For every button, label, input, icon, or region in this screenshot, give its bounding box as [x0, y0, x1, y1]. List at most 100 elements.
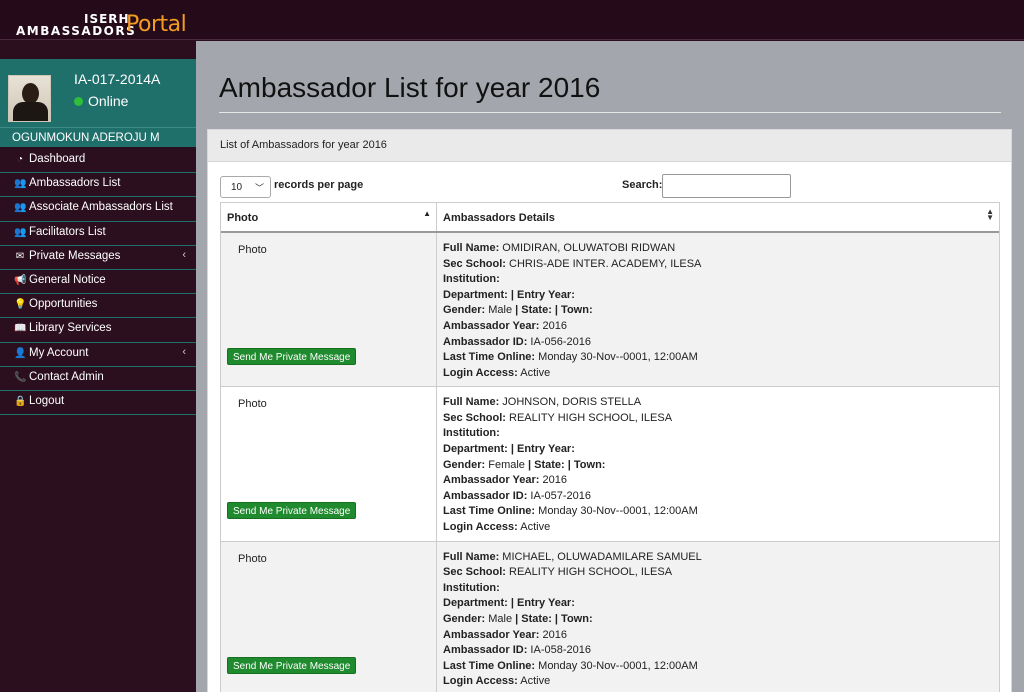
main-content: Ambassador List for year 2016 List of Am… — [196, 41, 1024, 692]
detail-line: Full Name: JOHNSON, DORIS STELLA — [443, 395, 993, 411]
send-private-message-button[interactable]: Send Me Private Message — [227, 502, 357, 520]
user-id: IA-017-2014A — [74, 71, 161, 87]
detail-label: Login Access: — [443, 366, 518, 379]
detail-label: | State: — [515, 304, 552, 317]
logo-portal: Portal — [126, 12, 187, 37]
detail-line: Gender: Male | State: | Town: — [443, 303, 993, 319]
detail-line: Ambassador ID: IA-058-2016 — [443, 643, 993, 659]
detail-line: Ambassador ID: IA-056-2016 — [443, 335, 993, 351]
sidebar-item-logout[interactable]: 🔒 Logout — [0, 391, 196, 416]
detail-line: Sec School: REALITY HIGH SCHOOL, ILESA — [443, 565, 993, 581]
brand-logo[interactable]: ISERH AMBASSADORS Portal — [16, 10, 187, 40]
sidebar-item-general-notice[interactable]: 📢 General Notice — [0, 270, 196, 295]
sidebar-item-my-account[interactable]: 👤 My Account ‹ — [0, 343, 196, 367]
detail-line: Full Name: OMIDIRAN, OLUWATOBI RIDWAN — [443, 241, 993, 257]
detail-line: Login Access: Active — [443, 520, 993, 536]
ambassadors-table: Photo ▲ Ambassadors Details ▲ ▼ Photo Send… — [220, 202, 1000, 692]
column-header-details[interactable]: Ambassadors Details ▲ ▼ — [437, 203, 999, 231]
detail-label: Gender: — [443, 612, 486, 625]
column-header-photo[interactable]: Photo ▲ — [221, 203, 437, 231]
sidebar-item-facilitators-list[interactable]: 👥 Facilitators List — [0, 222, 196, 246]
sidebar-item-opportunities[interactable]: 💡 Opportunities — [0, 294, 196, 319]
detail-label: | Town: — [554, 304, 593, 317]
detail-value-login-access: Active — [520, 366, 551, 379]
column-label-details: Ambassadors Details — [443, 212, 555, 224]
detail-label: Ambassador ID: — [443, 644, 528, 657]
sidebar-item-library-services[interactable]: 📖 Library Services — [0, 318, 196, 343]
detail-value-login-access: Active — [520, 521, 551, 534]
detail-label: Department: — [443, 288, 508, 301]
detail-value-full-name: OMIDIRAN, OLUWATOBI RIDWAN — [502, 242, 676, 254]
detail-label: Department: — [443, 597, 508, 610]
detail-line: Login Access: Active — [443, 366, 993, 382]
panel-heading: List of Ambassadors for year 2016 — [208, 130, 1011, 162]
detail-label: Sec School: — [443, 411, 506, 424]
detail-line: Gender: Male | State: | Town: — [443, 612, 993, 628]
sidebar-item-label: Facilitators List — [29, 225, 106, 238]
detail-line: Full Name: MICHAEL, OLUWADAMILARE SAMUEL — [443, 550, 993, 566]
send-private-message-button[interactable]: Send Me Private Message — [227, 348, 357, 365]
detail-value-full-name: JOHNSON, DORIS STELLA — [502, 396, 642, 409]
sidebar-item-label: Private Messages — [29, 249, 121, 262]
sidebar-item-contact-admin[interactable]: 📞 Contact Admin — [0, 367, 196, 391]
sidebar-item-ambassadors-list[interactable]: 👥 Ambassadors List — [0, 173, 196, 198]
detail-label: Institution: — [443, 273, 500, 286]
detail-label: Sec School: — [443, 566, 506, 579]
send-private-message-button[interactable]: Send Me Private Message — [227, 656, 357, 674]
detail-line: Institution: — [443, 426, 993, 442]
detail-label: Ambassador ID: — [443, 335, 528, 348]
detail-line: Department: | Entry Year: — [443, 442, 993, 458]
logo-line2: AMBASSADORS — [16, 24, 137, 38]
detail-label: Full Name: — [443, 396, 500, 409]
detail-value-ambassador-id: IA-056-2016 — [530, 335, 591, 348]
status-label: Online — [88, 93, 129, 109]
online-dot-icon — [74, 97, 83, 106]
book-icon: 📖 — [14, 323, 27, 335]
detail-value-gender: Female — [488, 458, 525, 471]
detail-label: | State: — [515, 612, 552, 625]
sidebar-item-label: Opportunities — [29, 298, 98, 311]
users-icon: 👥 — [14, 226, 27, 238]
lock-icon: 🔒 — [14, 395, 27, 407]
top-navbar: ISERH AMBASSADORS Portal — [0, 0, 1024, 40]
detail-value-last-online: Monday 30-Nov--0001, 12:00AM — [538, 659, 698, 672]
table-row: Photo Send Me Private Message Full Name: J… — [221, 387, 999, 542]
detail-label: Institution: — [443, 581, 500, 594]
detail-value-sec-school: CHRIS-ADE INTER. ACADEMY, ILESA — [509, 257, 702, 270]
dashboard-icon: ◔ — [16, 154, 24, 165]
detail-label: Ambassador Year: — [443, 319, 540, 332]
table-body: Photo Send Me Private Message Full Name: O… — [221, 233, 999, 692]
table-controls: 10 ﹀ records per page Search: — [220, 174, 1000, 198]
details-cell: Full Name: OMIDIRAN, OLUWATOBI RIDWAN Sec… — [443, 241, 993, 381]
detail-label: Full Name: — [443, 550, 500, 563]
page-length-label: records per page — [274, 179, 364, 191]
detail-value-ambassador-year: 2016 — [542, 474, 567, 487]
table-row: Photo Send Me Private Message Full Name: M… — [221, 541, 999, 692]
sidebar-item-label: Library Services — [29, 322, 112, 335]
details-cell: Full Name: JOHNSON, DORIS STELLA Sec Scho… — [443, 395, 993, 535]
detail-label: Ambassador Year: — [443, 474, 540, 487]
photo-cell: Photo Send Me Private Message — [221, 233, 437, 387]
sidebar-menu: ◔ Dashboard 👥 Ambassadors List 👥 Associate Am… — [0, 149, 196, 416]
detail-value-ambassador-year: 2016 — [542, 628, 567, 641]
chevron-down-icon: ﹀ — [254, 183, 264, 193]
phone-icon: 📞 — [14, 371, 27, 383]
detail-value-sec-school: REALITY HIGH SCHOOL, ILESA — [509, 411, 673, 424]
sidebar-item-private-messages[interactable]: ✉ Private Messages ‹ — [0, 246, 196, 270]
page-length-select[interactable]: 10 ﹀ — [220, 176, 271, 198]
detail-value-full-name: MICHAEL, OLUWADAMILARE SAMUEL — [502, 550, 702, 563]
search-input[interactable] — [662, 174, 791, 198]
detail-label: Gender: — [443, 304, 486, 317]
detail-label: Last Time Online: — [443, 351, 536, 364]
user-panel: IA-017-2014A Online — [0, 59, 196, 127]
avatar — [8, 75, 51, 122]
sidebar-item-label: Associate Ambassadors List — [29, 201, 173, 214]
detail-label: Login Access: — [443, 521, 518, 534]
sidebar-item-dashboard[interactable]: ◔ Dashboard — [0, 149, 196, 174]
chevron-left-icon: ‹ — [182, 345, 186, 358]
sidebar-item-associate-ambassadors-list[interactable]: 👥 Associate Ambassadors List — [0, 197, 196, 222]
detail-line: Last Time Online: Monday 30-Nov--0001, 1… — [443, 504, 993, 520]
sort-both-icon: ▲ ▼ — [986, 207, 994, 222]
detail-value-sec-school: REALITY HIGH SCHOOL, ILESA — [509, 566, 673, 579]
detail-label: Ambassador Year: — [443, 628, 540, 641]
